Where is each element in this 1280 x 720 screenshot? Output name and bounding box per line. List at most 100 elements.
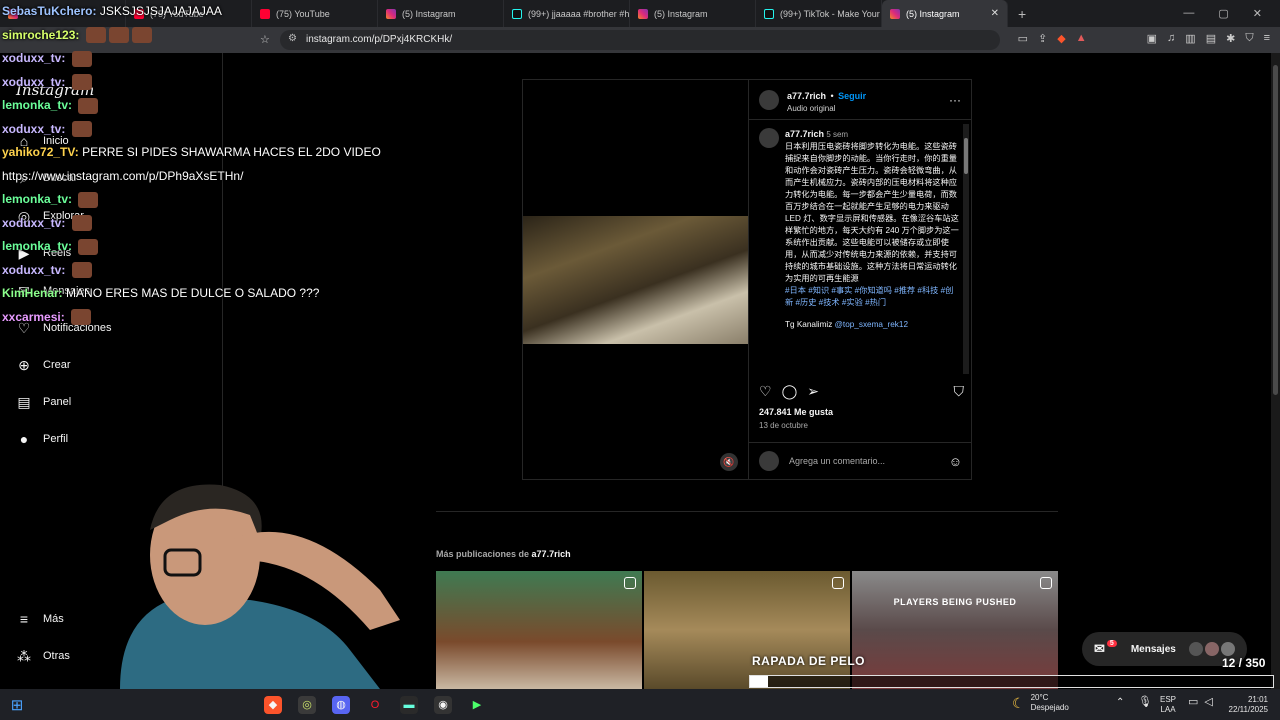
reel-icon (832, 577, 844, 589)
instagram-icon (890, 8, 900, 19)
sidebar-item-otras[interactable]: ⁂ Otras (16, 648, 70, 664)
author-username[interactable]: a77.7rich (787, 91, 826, 101)
chat-emote (108, 27, 129, 44)
chat-emote (71, 215, 92, 232)
more-posts-user[interactable]: a77.7rich (532, 549, 571, 559)
language-indicator[interactable]: ESP LAA (1160, 695, 1176, 715)
tray-chevron-icon[interactable]: ⌃ (1116, 698, 1124, 708)
chat-emote (78, 191, 99, 208)
maximize-icon[interactable]: ▢ (1218, 7, 1228, 20)
browser-tab[interactable]: (99+) jjaaaaa #brother #he (504, 0, 630, 27)
sidebar-item-crear[interactable]: ⊕ Crear (16, 356, 70, 373)
network-icon[interactable]: ▭ (1188, 697, 1198, 708)
windows-start-icon[interactable]: ⊞ (8, 696, 26, 714)
extensions-icon[interactable]: ✱ (1226, 32, 1235, 45)
brave-taskbar-icon[interactable]: ◆ (264, 695, 282, 714)
caption-scroll-thumb[interactable] (964, 138, 968, 174)
brave-shield-icon[interactable]: ◆ (1057, 32, 1065, 45)
like-count[interactable]: 247.841 Me gusta (759, 407, 833, 417)
chat-message: xxcarmesi: (2, 306, 422, 330)
post-thumbnail[interactable] (436, 571, 642, 689)
weather-widget[interactable]: ☾ 20°C Despejado (1012, 693, 1069, 713)
sidebar-item-perfil[interactable]: ● Perfil (16, 431, 68, 447)
audio-label[interactable]: Audio original (787, 104, 866, 113)
discord-taskbar-icon[interactable]: ◍ (332, 695, 350, 714)
sidebar-item-más[interactable]: ≡ Más (16, 611, 64, 627)
chat-username: lemonka_tv: (2, 98, 73, 112)
goal-title: RAPADA DE PELO (752, 654, 866, 668)
plus-square-icon: ⊕ (18, 356, 30, 373)
rewards-icon[interactable]: ▲ (1076, 32, 1087, 45)
share-icon[interactable]: ➢ (807, 383, 819, 400)
windows-taskbar: ⊞ ◆ ◎ ◍ O ▬ ◉ ▶ ☾ 20°C Despejado ⌃ 🎙 ESP … (0, 689, 1280, 720)
microphone-icon[interactable]: 🎙 (1138, 697, 1152, 708)
sidebar-item-label: Perfil (43, 433, 69, 445)
page-scrollbar[interactable] (1271, 53, 1280, 689)
close-window-icon[interactable]: ✕ (1253, 7, 1262, 20)
cast-icon[interactable]: ▭ (1018, 32, 1028, 45)
emoji-icon[interactable]: ☺ (949, 454, 962, 469)
app-taskbar-icon[interactable]: ◎ (298, 695, 316, 714)
browser-tab[interactable]: (5) Instagram (630, 0, 756, 27)
mute-icon[interactable]: 🔇 (720, 453, 738, 471)
goal-progress-bar (749, 675, 1274, 688)
opera-taskbar-icon[interactable]: O (366, 696, 384, 714)
more-posts-prefix: Más publicaciones de (436, 549, 530, 559)
like-icon[interactable]: ♡ (759, 383, 772, 400)
reel-video[interactable]: 🔇 (523, 80, 748, 479)
sidebar-toggle-icon[interactable]: ▣ (1147, 32, 1157, 45)
chat-message: xoduxx_tv: (2, 212, 422, 236)
divider (436, 511, 1058, 512)
caption-username[interactable]: a77.7rich (785, 129, 824, 139)
reel-icon (624, 577, 636, 589)
post-thumbnail[interactable]: PLAYERS BEING PUSHED (852, 571, 1058, 689)
follow-button[interactable]: Seguir (838, 91, 866, 101)
chat-message: lemonka_tv: (2, 235, 422, 259)
chat-message: xoduxx_tv: (2, 259, 422, 283)
chat-username: xoduxx_tv: (2, 51, 66, 65)
close-tab-icon[interactable]: ✕ (991, 8, 999, 19)
volume-icon[interactable]: ◁ (1204, 697, 1212, 708)
vpn-icon[interactable]: ⛉ (1245, 32, 1253, 45)
post-thumbnail[interactable] (644, 571, 850, 689)
wallet-icon[interactable]: ▤ (1206, 32, 1216, 45)
chat-username: xoduxx_tv: (2, 121, 66, 136)
minimize-icon[interactable]: — (1183, 7, 1194, 20)
more-options-icon[interactable]: ··· (949, 93, 961, 107)
save-icon[interactable]: ⛉ (954, 383, 965, 400)
caption-hashtags[interactable]: #日本 #知识 #事实 #你知道吗 #推荐 #科技 #创新 #历史 #技术 #实… (785, 285, 959, 309)
caption-avatar[interactable] (759, 128, 779, 148)
tab-title: (99+) jjaaaaa #brother #he (528, 8, 630, 19)
message-avatars (1189, 642, 1235, 656)
post-side-panel: a77.7rich • Seguir Audio original ··· a7… (748, 80, 972, 479)
system-tray-icons: ▭ ◁ (1188, 697, 1213, 708)
comment-mention[interactable]: @top_sxema_rek12 (835, 320, 908, 329)
chat-emote (78, 97, 99, 114)
menu-icon[interactable]: ≡ (1264, 32, 1270, 45)
chat-username: KimHenar: (2, 286, 63, 300)
caption-scrollbar[interactable] (963, 124, 969, 374)
thumbnail-text: PLAYERS BEING PUSHED (893, 597, 1017, 607)
browser-tab[interactable]: (99+) TikTok - Make Your D (756, 0, 882, 27)
music-icon[interactable]: ♫ (1167, 32, 1175, 45)
new-tab-button[interactable]: + (1008, 6, 1036, 22)
sidebar-item-panel[interactable]: ▤ Panel (16, 394, 71, 410)
sidebar-item-label: Panel (43, 396, 72, 408)
commenter-avatar (759, 451, 779, 471)
chat-message: lemonka_tv: (2, 188, 422, 212)
chat-message: simroche123: (2, 24, 422, 48)
clock[interactable]: 21:01 22/11/2025 (1226, 695, 1268, 715)
post-date: 13 de octubre (759, 421, 808, 430)
clock-date: 22/11/2025 (1228, 705, 1268, 714)
streamlabs-taskbar-icon[interactable]: ▶ (468, 696, 486, 714)
share-icon[interactable]: ⇪ (1038, 32, 1047, 45)
comment-icon[interactable]: ◯ (782, 383, 798, 400)
comment-input[interactable]: Agrega un comentario... (789, 456, 885, 466)
obs-taskbar-icon[interactable]: ◉ (434, 695, 452, 714)
browser-tab[interactable]: (5) Instagram ✕ (882, 0, 1008, 27)
capcut-taskbar-icon[interactable]: ▬ (400, 695, 418, 714)
page-scroll-thumb[interactable] (1273, 65, 1278, 395)
reader-icon[interactable]: ▥ (1185, 32, 1195, 45)
caption-age: 5 sem (826, 130, 849, 139)
author-avatar[interactable] (759, 89, 779, 110)
